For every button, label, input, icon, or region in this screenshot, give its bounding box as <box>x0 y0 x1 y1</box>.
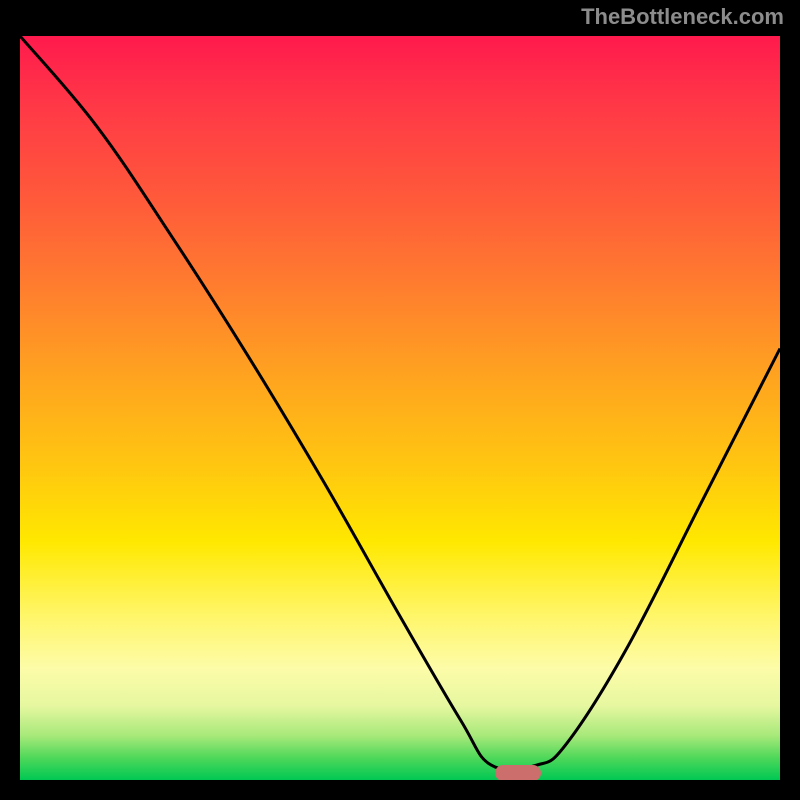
bottleneck-curve <box>20 36 780 780</box>
chart-container: TheBottleneck.com <box>0 0 800 800</box>
sweet-spot-marker <box>495 765 541 780</box>
plot-area <box>20 36 780 780</box>
watermark-text: TheBottleneck.com <box>581 4 784 30</box>
curve-path <box>20 36 780 770</box>
